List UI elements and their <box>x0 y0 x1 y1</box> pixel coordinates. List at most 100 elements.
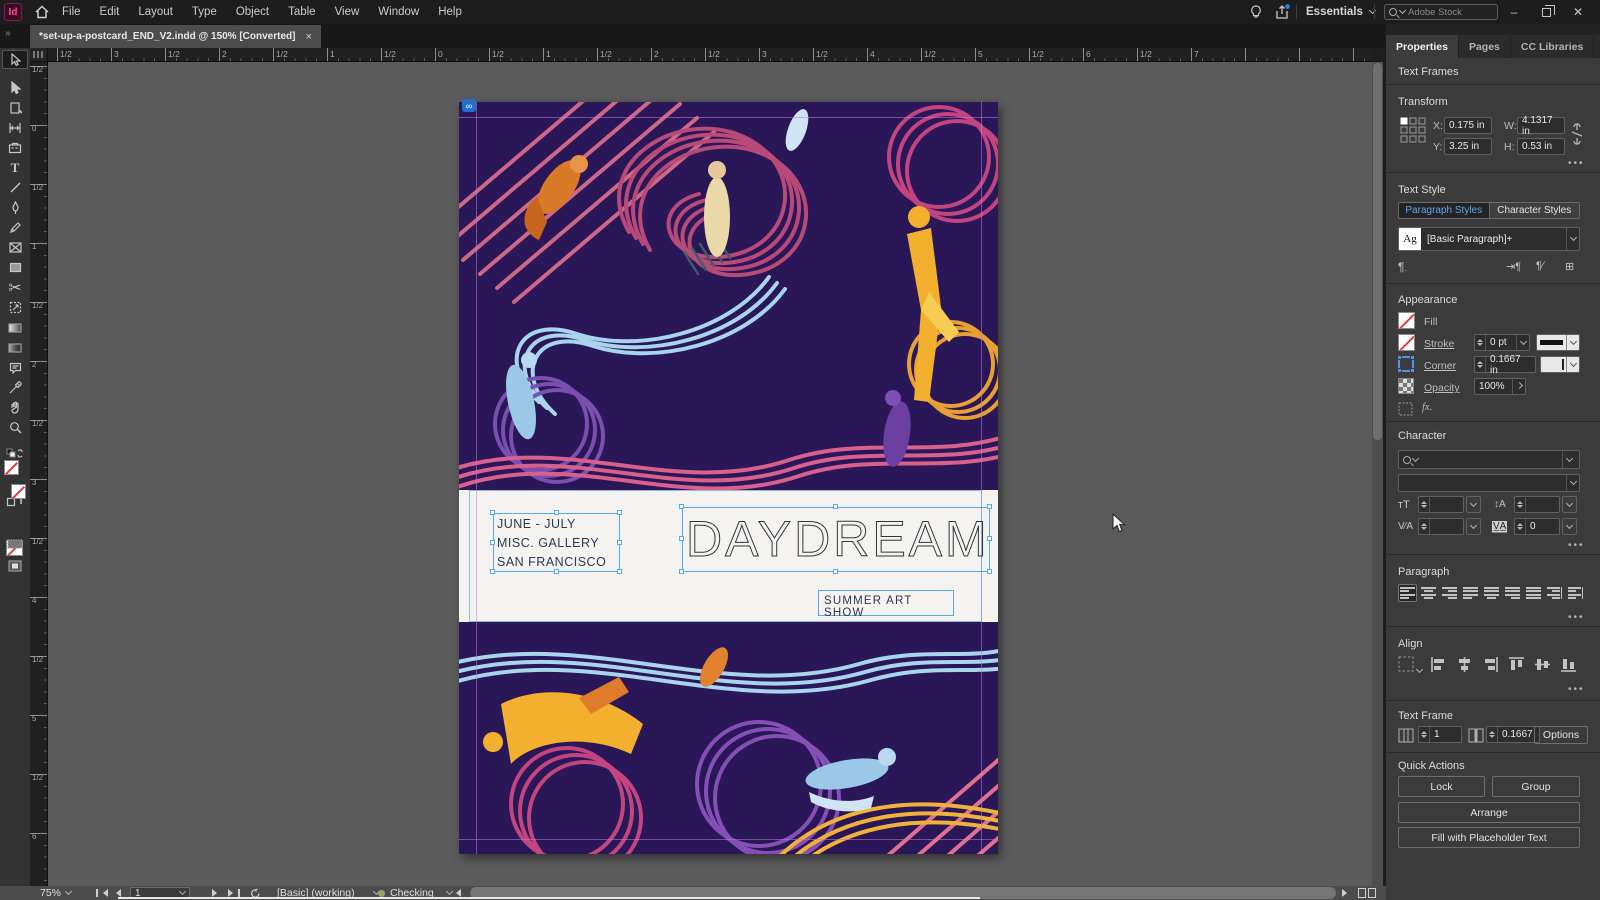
columns-stepper[interactable]: 1 <box>1418 726 1462 743</box>
stroke-swatch[interactable] <box>1398 334 1415 351</box>
subtitle-text-frame[interactable]: SUMMER ART SHOW <box>818 590 954 619</box>
menu-item-1[interactable]: Edit <box>100 6 120 18</box>
align-horizontal-centers-button[interactable] <box>1456 656 1473 673</box>
tab-character-styles[interactable]: Character Styles <box>1488 203 1579 218</box>
pencil-tool[interactable] <box>2 218 28 237</box>
align-away-spine-button[interactable] <box>1566 584 1585 602</box>
font-size-stepper[interactable] <box>1418 496 1464 513</box>
hscroll-right-arrow[interactable] <box>1342 886 1347 900</box>
leading-dropdown[interactable] <box>1562 496 1577 513</box>
justify-last-right-button[interactable] <box>1503 584 1522 602</box>
rectangle-frame-tool[interactable] <box>2 238 28 257</box>
align-center-button[interactable] <box>1419 584 1438 602</box>
selection-handle[interactable] <box>490 540 495 545</box>
fill-placeholder-button[interactable]: Fill with Placeholder Text <box>1398 827 1580 848</box>
tracking-stepper[interactable]: 0 <box>1514 518 1560 535</box>
apply-gradient-icon[interactable] <box>2 534 28 553</box>
stroke-label[interactable]: Stroke <box>1424 338 1454 350</box>
corner-label[interactable]: Corner <box>1424 360 1456 372</box>
kerning-stepper[interactable] <box>1418 518 1464 535</box>
gutter-stepper[interactable]: 0.1667 <box>1486 726 1540 743</box>
menu-item-6[interactable]: View <box>335 6 360 18</box>
character-more-options[interactable] <box>1568 540 1585 551</box>
share-icon[interactable] <box>1274 4 1290 20</box>
text-frame-options-button[interactable]: Options <box>1534 726 1588 744</box>
selection-handle[interactable] <box>679 569 684 574</box>
fill-swatch[interactable] <box>1398 312 1415 329</box>
stroke-swatch-none[interactable] <box>11 484 26 499</box>
window-bottom-scroll-line[interactable] <box>118 897 980 899</box>
align-right-edges-button[interactable] <box>1482 656 1499 673</box>
align-left-button[interactable] <box>1398 584 1417 602</box>
menu-item-0[interactable]: File <box>62 6 81 18</box>
learn-bulb-icon[interactable] <box>1248 4 1264 20</box>
tracking-dropdown[interactable] <box>1562 518 1577 535</box>
document-canvas[interactable]: ∞ <box>48 60 1372 900</box>
paragraph-more-options[interactable] <box>1568 612 1585 623</box>
zoom-tool[interactable] <box>2 418 28 437</box>
selection-handle[interactable] <box>833 504 838 509</box>
paragraph-mark-icon[interactable]: ¶. <box>1398 260 1407 274</box>
selection-handle[interactable] <box>554 510 559 515</box>
corner-radius-stepper[interactable]: 0.1667 in <box>1474 354 1536 376</box>
tab-paragraph-styles[interactable]: Paragraph Styles <box>1399 203 1489 218</box>
home-icon[interactable] <box>34 4 50 20</box>
menu-item-3[interactable]: Type <box>192 6 217 18</box>
fill-swatch-none[interactable] <box>4 460 19 475</box>
selection-handle[interactable] <box>554 569 559 574</box>
transform-more-options[interactable] <box>1568 158 1585 169</box>
w-field[interactable]: 4.1317 in <box>1517 115 1565 137</box>
selection-handle[interactable] <box>679 536 684 541</box>
selection-handle[interactable] <box>617 569 622 574</box>
menu-item-8[interactable]: Help <box>438 6 462 18</box>
font-family-search[interactable] <box>1398 450 1580 469</box>
horizontal-ruler[interactable]: 1/2 3 1/2 2 1/2 1 1/2 0 1/2 1 1/2 2 1/2 3 1/2 4 1/2 5 1/2 6… <box>48 48 1372 62</box>
lock-button[interactable]: Lock <box>1398 776 1485 797</box>
arrange-button[interactable]: Arrange <box>1398 802 1580 823</box>
align-bottom-edges-button[interactable] <box>1560 656 1577 673</box>
stroke-weight-stepper[interactable]: 0 pt <box>1474 334 1530 351</box>
ruler-corner[interactable] <box>30 48 48 62</box>
h-field[interactable]: 0.53 in <box>1517 138 1565 155</box>
selection-handle[interactable] <box>987 536 992 541</box>
hand-tool[interactable] <box>2 398 28 417</box>
gradient-swatch-tool[interactable] <box>2 318 28 337</box>
justify-last-left-button[interactable] <box>1461 584 1480 602</box>
object-effects-icon[interactable] <box>1398 402 1413 416</box>
tab-pages[interactable]: Pages <box>1459 35 1511 58</box>
fx-label[interactable]: fx. <box>1422 402 1432 413</box>
font-style-dropdown[interactable] <box>1398 474 1580 492</box>
align-towards-spine-button[interactable] <box>1545 584 1564 602</box>
redefine-style-icon[interactable]: ⇥¶ <box>1506 260 1521 273</box>
y-field[interactable]: 3.25 in <box>1444 138 1492 155</box>
zoom-level-dropdown[interactable]: 75% <box>40 886 73 900</box>
eyedropper-tool[interactable] <box>2 378 28 397</box>
close-tab-icon[interactable]: × <box>305 31 311 43</box>
selection-handle[interactable] <box>490 510 495 515</box>
justify-all-button[interactable] <box>1524 584 1543 602</box>
kerning-dropdown[interactable] <box>1466 518 1481 535</box>
stroke-style-dropdown[interactable] <box>1536 334 1580 351</box>
selection-handle[interactable] <box>987 569 992 574</box>
vertical-scrollbar[interactable] <box>1372 62 1383 886</box>
document-tab[interactable]: *set-up-a-postcard_END_V2.indd @ 150% [C… <box>30 25 321 48</box>
menu-item-2[interactable]: Layout <box>138 6 173 18</box>
tab-properties[interactable]: Properties <box>1386 35 1459 58</box>
clear-overrides-icon[interactable]: ¶⁄ <box>1536 260 1544 272</box>
page-tool[interactable] <box>2 98 28 117</box>
postcard-page[interactable]: ∞ <box>427 60 1066 900</box>
tab-overflow-icon[interactable]: » <box>5 28 10 39</box>
screen-mode-icon[interactable] <box>2 556 28 575</box>
align-more-options[interactable] <box>1568 684 1585 695</box>
line-tool[interactable] <box>2 178 28 197</box>
spread-view-icon[interactable] <box>1358 886 1376 900</box>
gradient-feather-tool[interactable] <box>2 338 28 357</box>
leading-stepper[interactable] <box>1514 496 1560 513</box>
vertical-scrollbar-thumb[interactable] <box>1373 63 1382 440</box>
indesign-logo-icon[interactable]: Id <box>4 3 22 21</box>
new-style-icon[interactable]: ⊞ <box>1565 260 1574 273</box>
reference-point-grid[interactable] <box>1400 117 1426 143</box>
selection-handle[interactable] <box>833 569 838 574</box>
rectangle-tool[interactable] <box>2 258 28 277</box>
constrain-proportions-broken-link-icon[interactable] <box>1570 122 1584 146</box>
